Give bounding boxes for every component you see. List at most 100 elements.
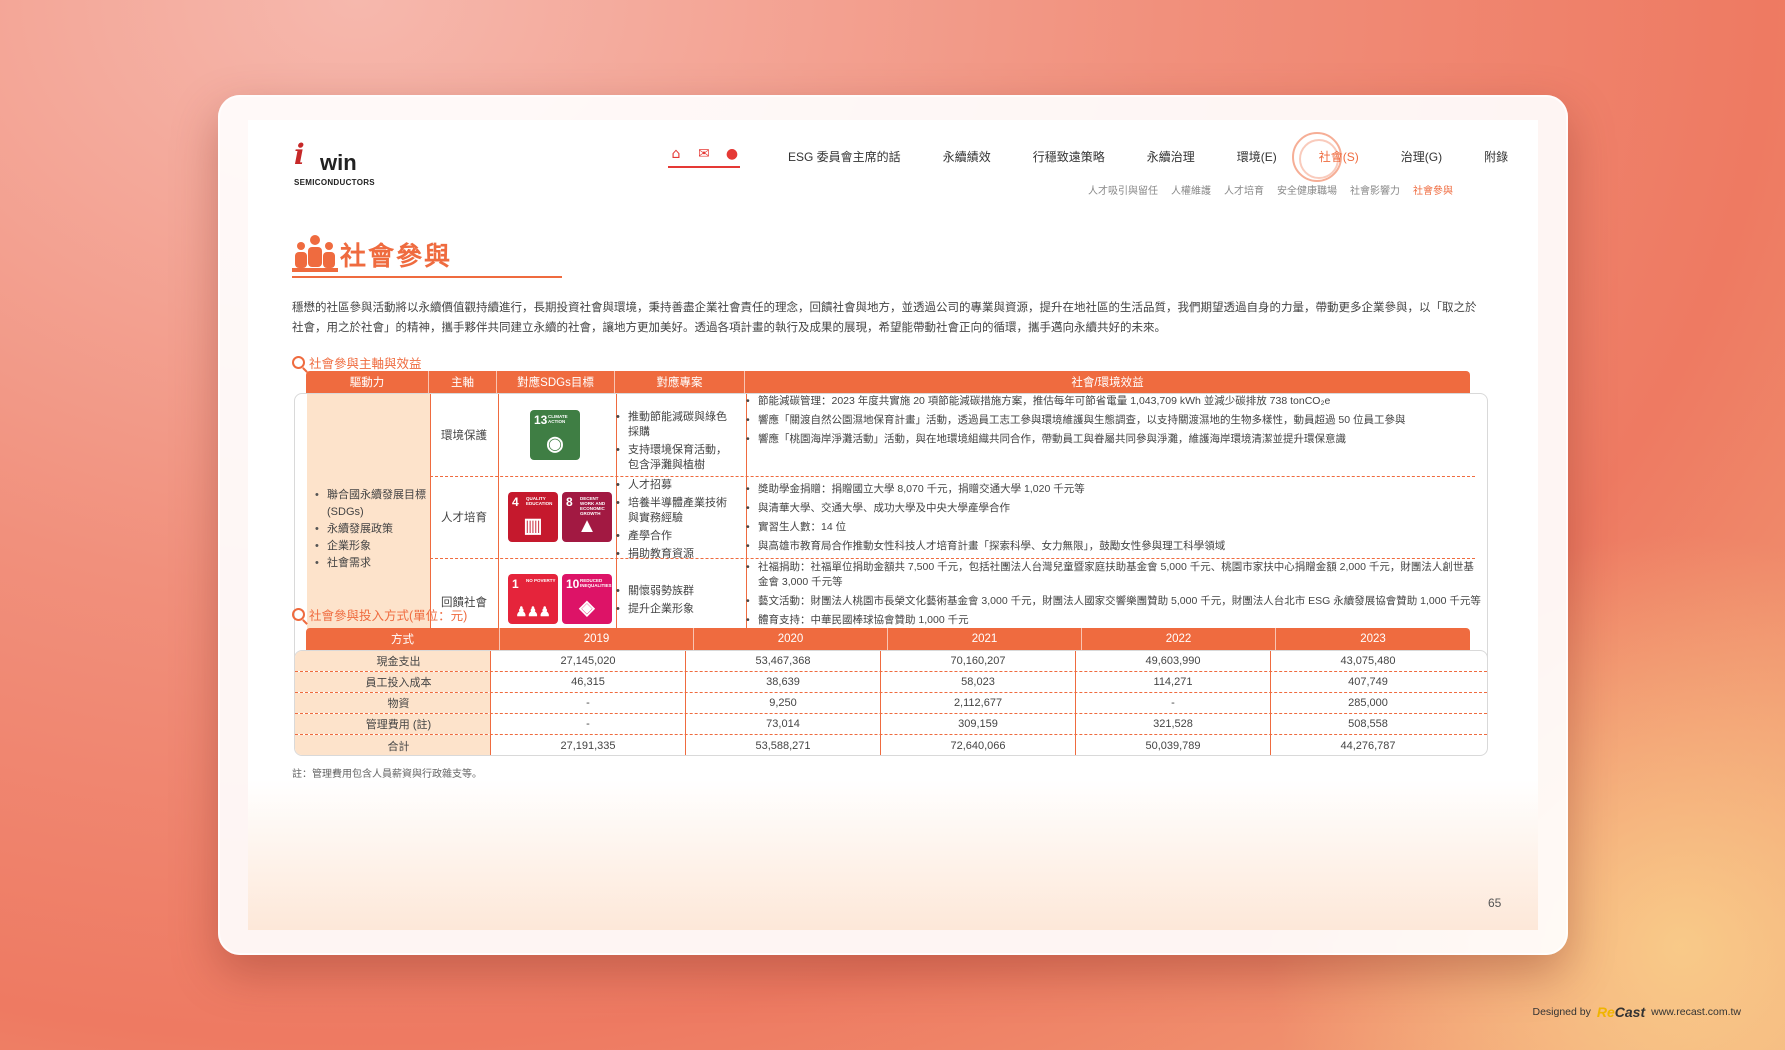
recast-logo: ReCast — [1597, 1004, 1645, 1020]
nav-item[interactable]: 社會(S) — [1319, 148, 1359, 165]
table2-row-label: 員工投入成本 — [295, 672, 490, 692]
nav-item[interactable]: 附錄 — [1484, 148, 1508, 165]
table2-row: 現金支出 27,145,020 53,467,368 70,160,207 49,603… — [295, 651, 1487, 672]
table1-row: 人才培育 4 QUALITY EDUCATION ▥ 8 DECENT WORK… — [430, 476, 1487, 562]
page-bottom-fade — [248, 780, 1538, 930]
subnav-item[interactable]: 社會參與 — [1413, 182, 1453, 197]
sdg-glyph: ◉ — [546, 433, 564, 455]
credit-url[interactable]: www.recast.com.tw — [1651, 1006, 1741, 1018]
table2-cell: 53,588,271 — [685, 735, 880, 755]
benefit-list: 節能減碳管理：2023 年度共實施 20 項節能減碳措施方案，推估每年可節省電量… — [746, 394, 1481, 451]
table2-cell: - — [490, 714, 685, 734]
sub-nav: 人才吸引與留任 人權維護 人才培育 安全健康職場 社會影響力 社會參與 — [1088, 182, 1453, 197]
table1-col-header: 對應專案 — [615, 371, 745, 393]
sdg-label: CLIMATE ACTION — [548, 414, 568, 424]
nav-item[interactable]: 永續治理 — [1147, 148, 1195, 165]
subnav-item[interactable]: 社會影響力 — [1350, 182, 1400, 197]
table2-cell: 58,023 — [880, 672, 1075, 692]
table2-cell: 44,276,787 — [1270, 735, 1465, 755]
benefit-item: 節能減碳管理：2023 年度共實施 20 項節能減碳措施方案，推估每年可節省電量… — [746, 394, 1481, 409]
benefit-item: 與清華大學、交通大學、成功大學及中央大學產學合作 — [746, 501, 1481, 516]
nav-item[interactable]: 治理(G) — [1401, 148, 1442, 165]
page-title: 社會參與 — [340, 241, 453, 271]
nav-item[interactable]: 行穩致遠策略 — [1033, 148, 1105, 165]
table2-col-header: 2019 — [500, 628, 694, 650]
magnifier-icon — [292, 608, 305, 621]
subnav-item[interactable]: 人才培育 — [1224, 182, 1264, 197]
sdg-10-icon: 10 REDUCED INEQUALITIES ◈ — [562, 574, 612, 624]
table2-cell: 49,603,990 — [1075, 651, 1270, 671]
nav-item[interactable]: ESG 委員會主席的話 — [788, 148, 901, 165]
table2-cell: 508,558 — [1270, 714, 1465, 734]
table2-cell: 50,039,789 — [1075, 735, 1270, 755]
table2-col-header: 2022 — [1082, 628, 1276, 650]
table2-row: 員工投入成本 46,315 38,639 58,023 114,271 407,749 — [295, 672, 1487, 693]
sdg-glyph: ◈ — [579, 597, 595, 619]
dot-icon[interactable]: ● — [724, 146, 740, 162]
driver-cell: 聯合國永續發展目標 (SDGs) 永續發展政策 企業形象 社會需求 — [307, 394, 430, 668]
table2-cell: 72,640,066 — [880, 735, 1075, 755]
table2-row-label: 現金支出 — [295, 651, 490, 671]
table2-cell: 73,014 — [685, 714, 880, 734]
sdg-number: 1 — [512, 577, 519, 591]
benefit-item: 藝文活動：財團法人桃園市長榮文化藝術基金會 3,000 千元，財團法人國家交響樂… — [746, 594, 1481, 609]
table2-row: 管理費用 (註) -73,014 309,159 321,528 508,558 — [295, 714, 1487, 735]
company-logo[interactable]: i win SEMICONDUCTORS — [294, 138, 375, 188]
sdg-number: 10 — [566, 577, 580, 591]
project-list: 人才招募 培養半導體產業技術與實務經驗 產學合作 捐助教育資源 — [616, 478, 736, 565]
table1-col-header: 驅動力 — [306, 371, 429, 393]
sdg-label: NO POVERTY — [526, 578, 556, 583]
subnav-item[interactable]: 人才吸引與留任 — [1088, 182, 1158, 197]
report-page: i win SEMICONDUCTORS ⌂ ✉ ● ESG 委員會主席的話 永續… — [248, 120, 1538, 930]
theme-label: 人才培育 — [441, 512, 487, 524]
section2-heading: 社會參與投入方式(單位：元) — [292, 605, 467, 624]
section2-label: 社會參與投入方式(單位：元) — [309, 609, 468, 623]
mail-icon[interactable]: ✉ — [696, 146, 712, 162]
title-underline — [292, 276, 562, 278]
project-item: 產學合作 — [616, 529, 736, 544]
table1-col-header: 社會/環境效益 — [1071, 377, 1144, 389]
table2-cell: 43,075,480 — [1270, 651, 1465, 671]
table2-col-header: 2020 — [694, 628, 888, 650]
project-list: 關懷弱勢族群 提升企業形象 — [616, 584, 736, 620]
sdg-label: REDUCED INEQUALITIES — [580, 578, 612, 588]
top-nav: ESG 委員會主席的話 永續績效 行穩致遠策略 永續治理 環境(E) 社會(S) 治理(G)… — [788, 148, 1538, 165]
benefit-item: 與高雄市教育局合作推動女性科技人才培育計畫「探索科學、女力無限」，鼓勵女性參與理… — [746, 539, 1481, 554]
nav-item[interactable]: 永續績效 — [943, 148, 991, 165]
project-item: 關懷弱勢族群 — [616, 584, 736, 599]
benefit-item: 實習生人數：14 位 — [746, 520, 1481, 535]
table2-col-header: 2023 — [1360, 633, 1386, 645]
sdg-number: 4 — [512, 495, 519, 509]
table2-cell: 46,315 — [490, 672, 685, 692]
sdg-number: 8 — [566, 495, 573, 509]
benefit-item: 社福捐助：社福單位捐助金額共 7,500 千元，包括社團法人台灣兒童暨家庭扶助基… — [746, 560, 1481, 590]
table2-cell: - — [490, 693, 685, 713]
home-icon[interactable]: ⌂ — [668, 146, 684, 162]
table2-body: 現金支出 27,145,020 53,467,368 70,160,207 49,603… — [294, 650, 1488, 756]
table2-cell: 407,749 — [1270, 672, 1465, 692]
benefit-item: 獎助學金捐贈：捐贈國立大學 8,070 千元，捐贈交通大學 1,020 千元等 — [746, 482, 1481, 497]
logo-word: win — [320, 150, 357, 175]
sdg-label: DECENT WORK AND ECONOMIC GROWTH — [580, 496, 606, 516]
page-number: 65 — [1488, 896, 1502, 910]
table2-cell: 38,639 — [685, 672, 880, 692]
table2-cell: 114,271 — [1075, 672, 1270, 692]
sdg-glyph: ▥ — [523, 515, 543, 537]
project-list: 推動節能減碳與綠色採購 支持環境保育活動，包含淨灘與植樹 — [616, 410, 736, 476]
brand-part-b: Cast — [1614, 1004, 1646, 1020]
table2-cell: - — [1075, 693, 1270, 713]
subnav-item[interactable]: 人權維護 — [1171, 182, 1211, 197]
sdg-4-icon: 4 QUALITY EDUCATION ▥ — [508, 492, 558, 542]
project-item: 培養半導體產業技術與實務經驗 — [616, 496, 736, 526]
driver-list: 聯合國永續發展目標 (SDGs) 永續發展政策 企業形象 社會需求 — [313, 487, 430, 572]
table2-row-label: 管理費用 (註) — [295, 714, 490, 734]
benefit-list: 社福捐助：社福單位捐助金額共 7,500 千元，包括社團法人台灣兒童暨家庭扶助基… — [746, 560, 1481, 632]
nav-item[interactable]: 環境(E) — [1237, 148, 1277, 165]
subnav-item[interactable]: 安全健康職場 — [1277, 182, 1337, 197]
logo-mark: i — [294, 138, 305, 171]
benefit-item: 體育支持：中華民國棒球協會贊助 1,000 千元 — [746, 613, 1481, 628]
section1-label: 社會參與主軸與效益 — [309, 357, 422, 371]
table2-cell: 321,528 — [1075, 714, 1270, 734]
table2-col-header: 2021 — [888, 628, 1082, 650]
table2-cell: 27,145,020 — [490, 651, 685, 671]
